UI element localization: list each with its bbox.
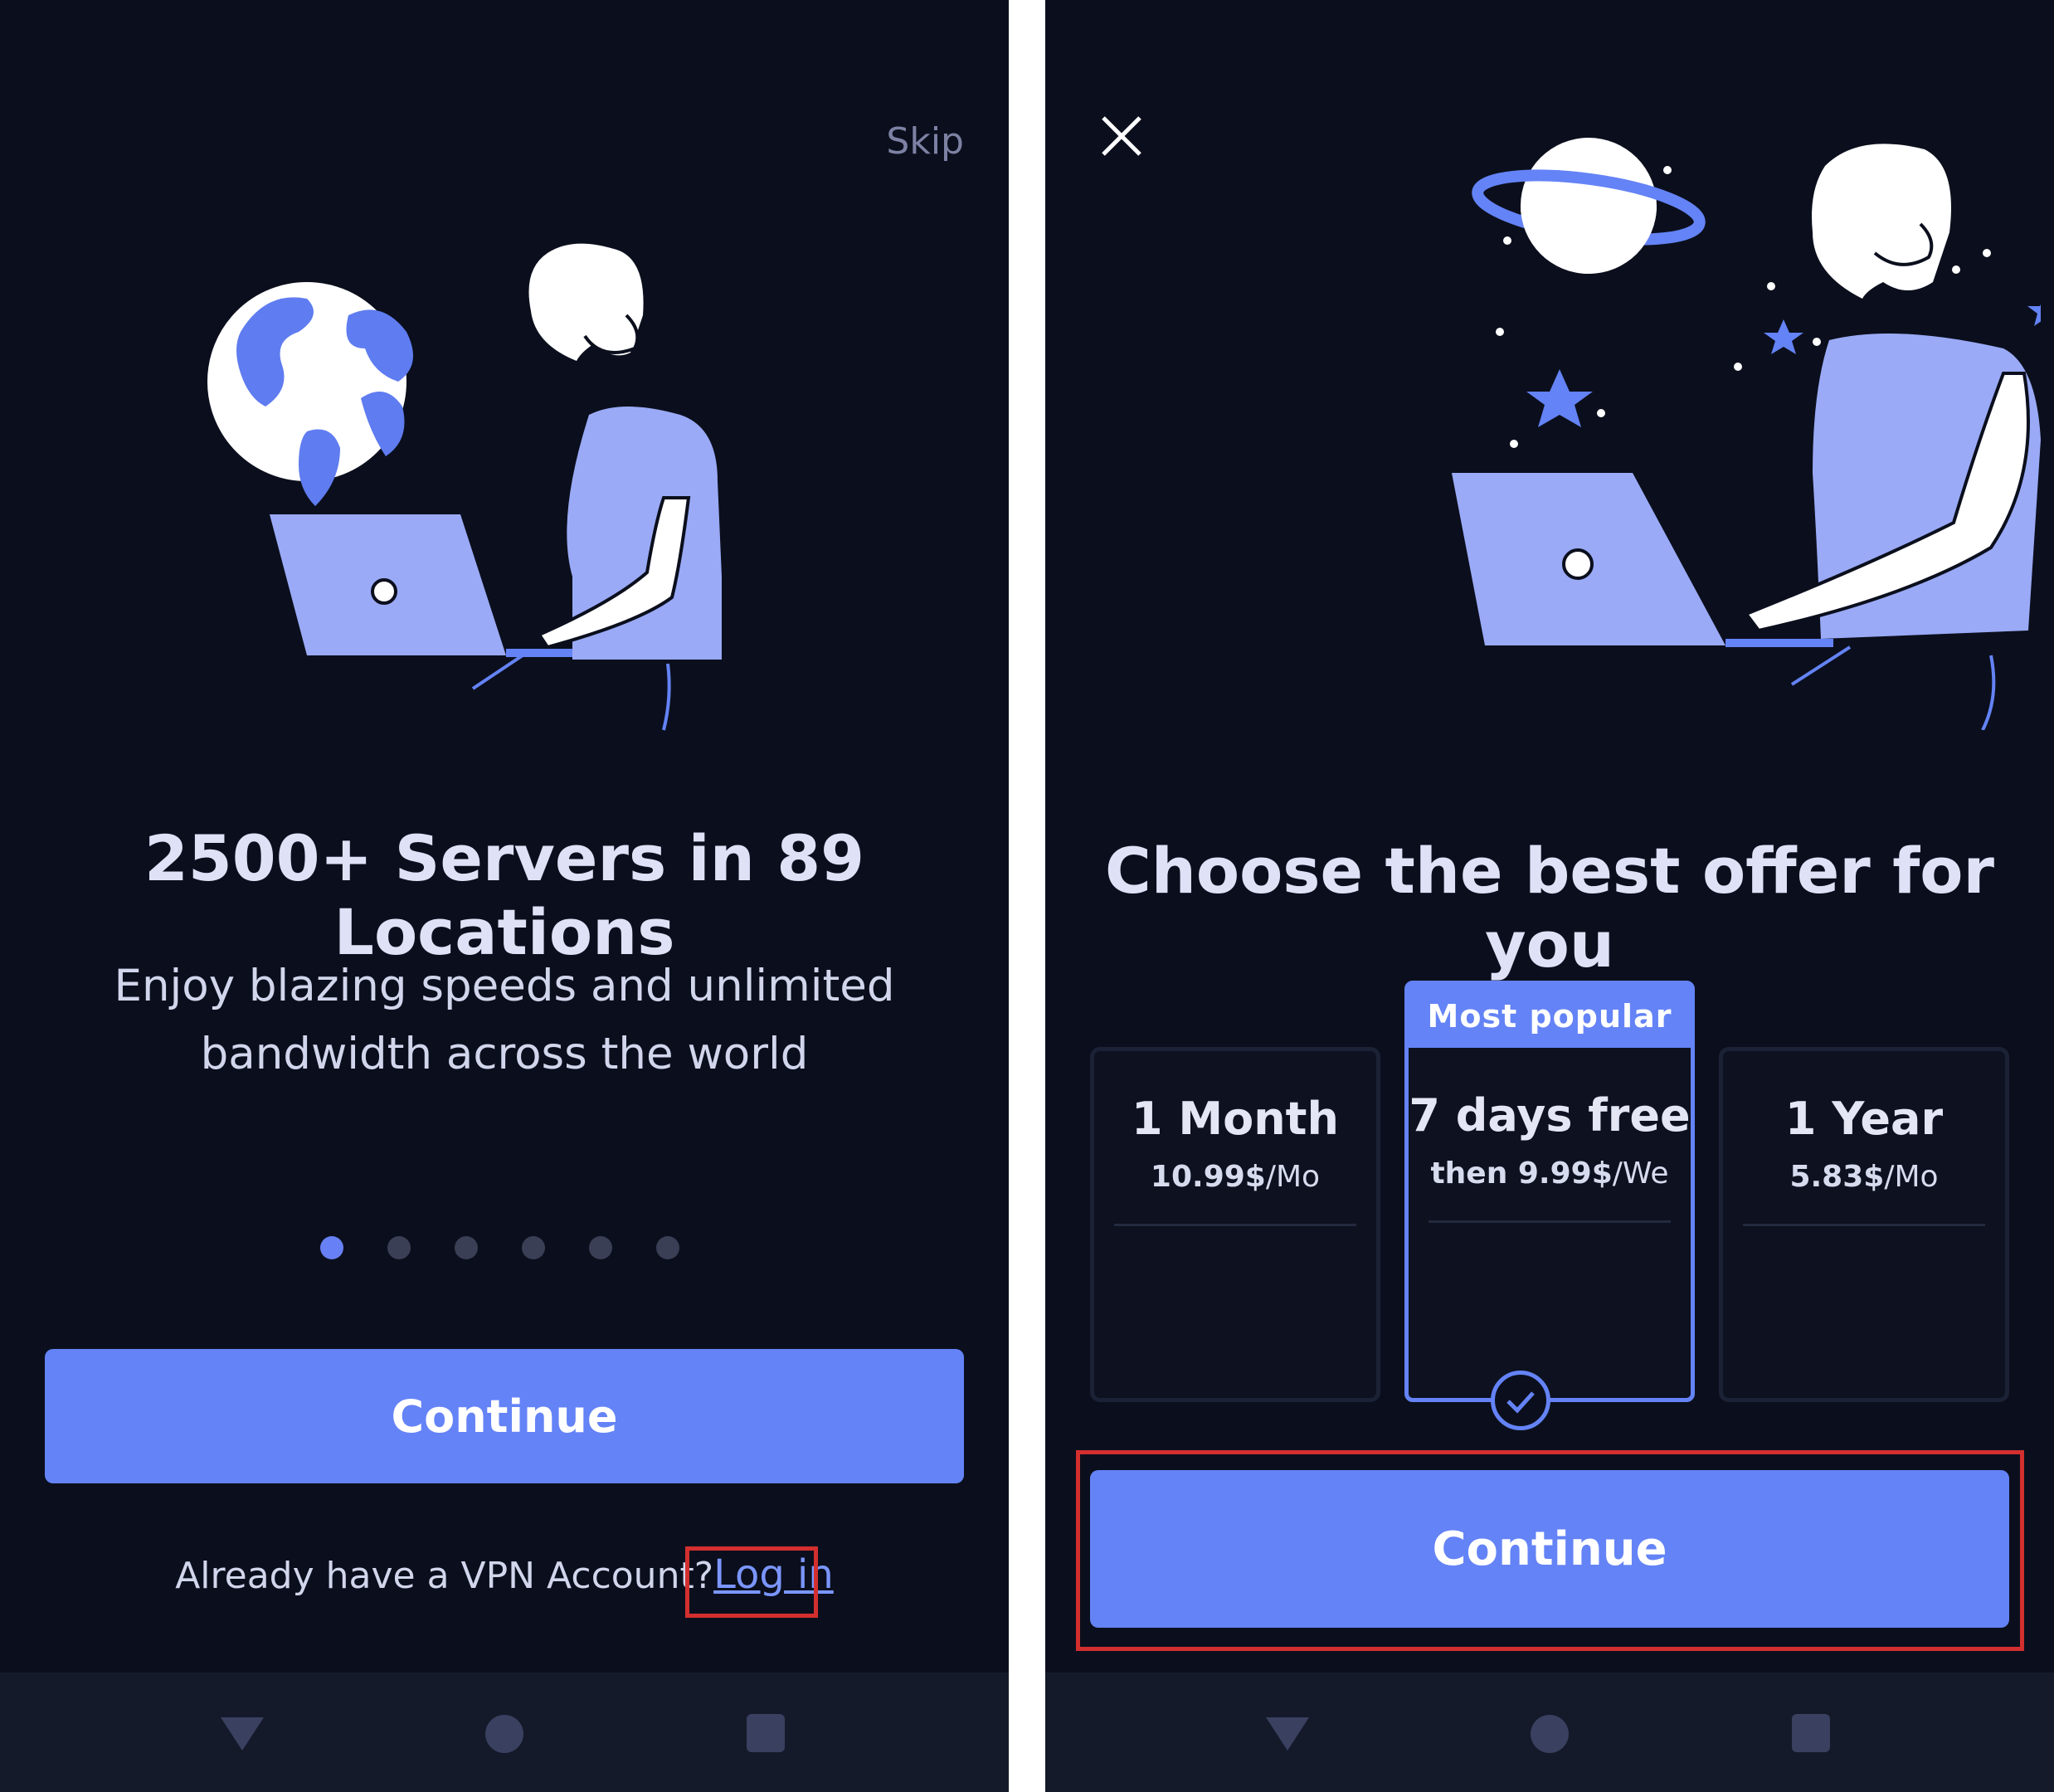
page-subtitle: Enjoy blazing speeds and unlimited bandw… (100, 952, 909, 1088)
divider (1114, 1224, 1356, 1226)
plan-price: then 9.99$/We (1430, 1157, 1669, 1191)
triangle-back-icon[interactable] (216, 1706, 269, 1759)
plan-card-1-year[interactable]: 1 Year 5.83$/Mo (1719, 1047, 2009, 1402)
plan-card-7-days-free[interactable]: Most popular 7 days free then 9.99$/We (1404, 981, 1695, 1402)
plan-price: 5.83$/Mo (1789, 1160, 1939, 1194)
page-title: 2500+ Servers in 89 Locations (144, 821, 865, 969)
system-nav-bar (1045, 1673, 2054, 1792)
pagination-dot[interactable] (455, 1236, 478, 1259)
paywall-screen: Choose the best offer for you 1 Month 10… (1045, 0, 2054, 1792)
plan-card-1-month[interactable]: 1 Month 10.99$/Mo (1090, 1047, 1380, 1402)
divider (1429, 1220, 1671, 1223)
square-recents-icon[interactable] (1785, 1706, 1838, 1759)
page-title: Choose the best offer for you (1105, 834, 1994, 981)
triangle-back-icon[interactable] (1261, 1706, 1314, 1759)
globe-laptop-illustration (204, 243, 722, 731)
system-nav-bar (0, 1673, 1009, 1792)
onboarding-screen: Skip 2500+ Servers in 89 Locations Enjoy… (0, 0, 1009, 1792)
plan-name: 1 Year (1784, 1093, 1944, 1145)
subtitle-line: Enjoy blazing speeds and unlimited (114, 961, 895, 1011)
login-row: Already have a VPN Account?Log in (0, 1551, 1009, 1598)
login-prompt: Already have a VPN Account? (175, 1555, 714, 1597)
plan-name: 1 Month (1132, 1093, 1339, 1145)
plan-price: 10.99$/Mo (1150, 1160, 1321, 1194)
subtitle-line: bandwidth across the world (200, 1029, 809, 1079)
pagination-dot[interactable] (656, 1236, 679, 1259)
skip-button[interactable]: Skip (886, 120, 964, 163)
planet-laptop-illustration (1452, 138, 2041, 730)
circle-home-icon[interactable] (1523, 1706, 1576, 1759)
pagination-dot-active[interactable] (320, 1236, 343, 1259)
continue-button[interactable]: Continue (45, 1349, 964, 1483)
pagination-dot[interactable] (387, 1236, 411, 1259)
divider (1743, 1224, 1985, 1226)
check-icon (1491, 1371, 1550, 1430)
close-icon[interactable] (1092, 106, 1151, 166)
plan-name: 7 days free (1409, 1089, 1691, 1142)
most-popular-badge: Most popular (1409, 985, 1691, 1048)
circle-home-icon[interactable] (478, 1706, 531, 1759)
pagination-dot[interactable] (589, 1236, 612, 1259)
square-recents-icon[interactable] (740, 1706, 793, 1759)
login-highlight-box (685, 1546, 818, 1618)
pagination-dot[interactable] (522, 1236, 545, 1259)
continue-highlight-box (1076, 1450, 2024, 1651)
